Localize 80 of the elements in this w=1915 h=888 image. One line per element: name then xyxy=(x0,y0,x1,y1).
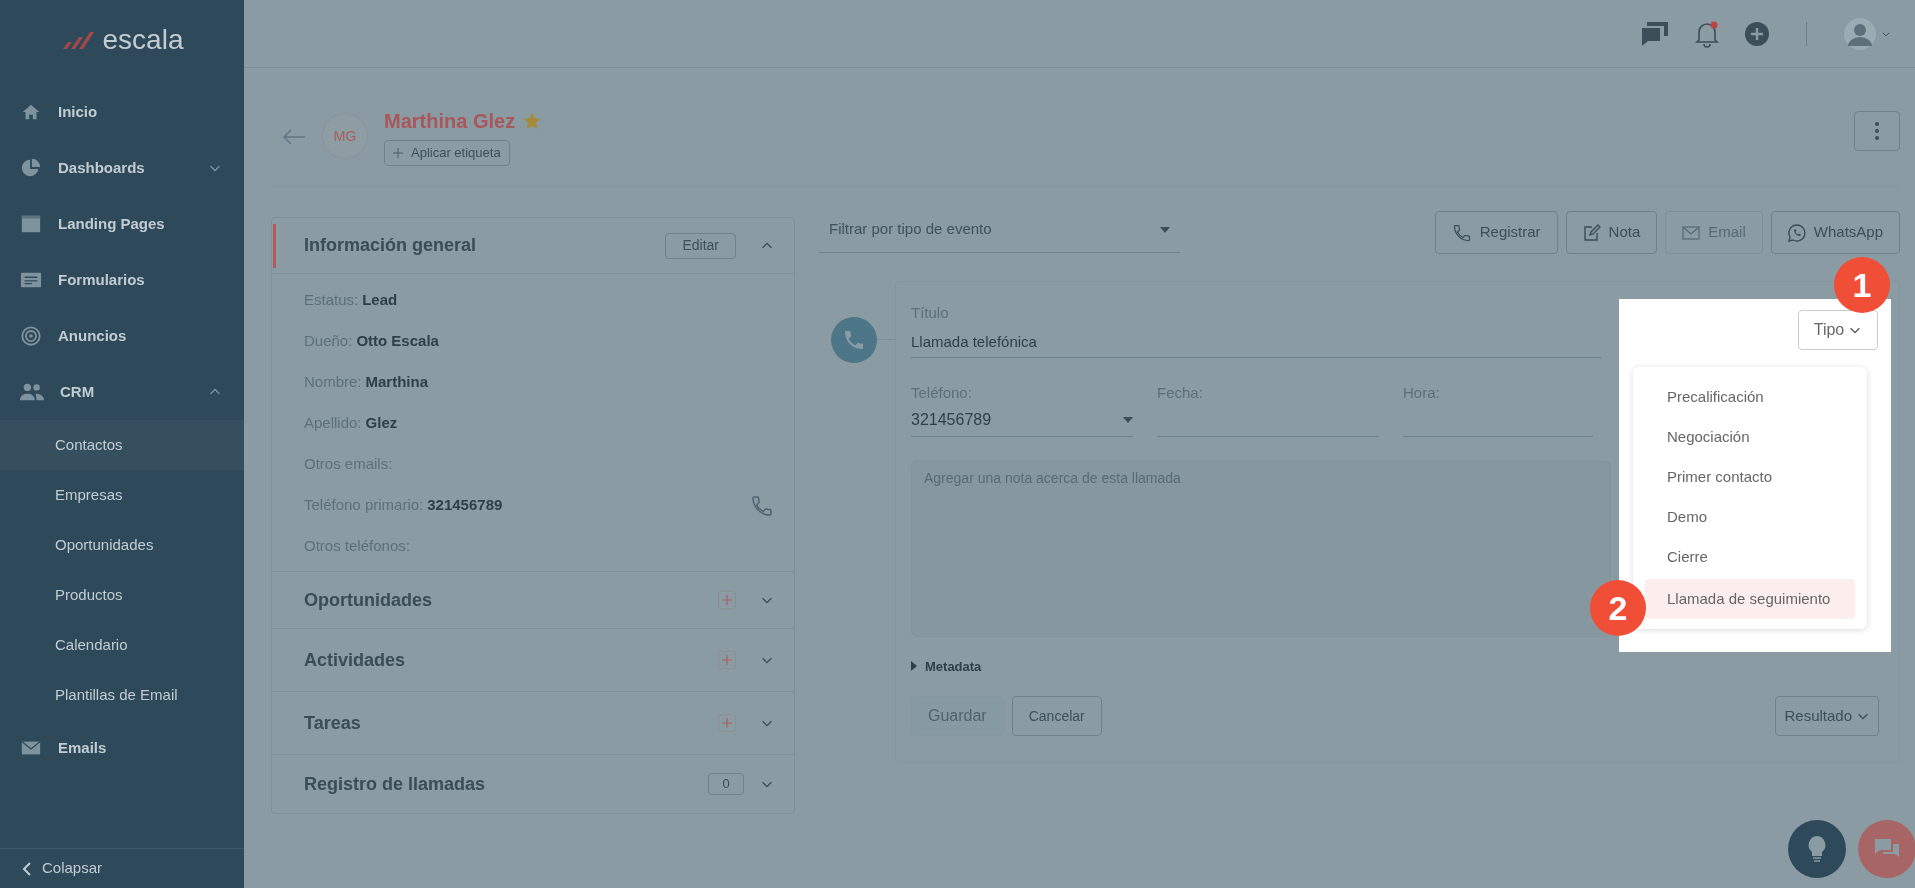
contact-name: Marthina Glez xyxy=(384,109,516,134)
sidebar-subitem[interactable]: Empresas xyxy=(0,470,244,520)
envelope-icon xyxy=(1682,225,1701,240)
apply-tag-button[interactable]: Aplicar etiqueta xyxy=(384,140,510,166)
add-button[interactable] xyxy=(718,591,736,609)
field-value: Otto Escala xyxy=(356,331,439,352)
result-button[interactable]: Resultado xyxy=(1775,696,1879,736)
caret-down-icon xyxy=(1160,226,1170,233)
chat-icon xyxy=(1640,19,1670,48)
caret-down-icon xyxy=(1123,417,1133,423)
edit-note-icon xyxy=(1582,223,1601,242)
logo-mark-icon xyxy=(60,29,95,51)
tips-button[interactable] xyxy=(1788,820,1846,878)
sidebar-item[interactable]: Dashboards xyxy=(0,140,244,196)
sidebar-item[interactable]: Emails xyxy=(0,720,244,776)
sidebar-item[interactable]: Inicio xyxy=(0,84,244,140)
sidebar-item[interactable]: Anuncios xyxy=(0,308,244,364)
menu-item[interactable]: Demo xyxy=(1645,497,1855,537)
people-icon xyxy=(20,381,44,403)
step-number-badge: 1 xyxy=(1834,257,1890,313)
field-value: Marthina xyxy=(365,372,429,393)
sidebar-item[interactable]: Landing Pages xyxy=(0,196,244,252)
sidebar-subitem[interactable]: Contactos xyxy=(0,420,244,470)
add-button[interactable] xyxy=(718,714,736,732)
arrow-left-icon xyxy=(282,127,306,146)
action-button[interactable]: Registrar xyxy=(1434,211,1558,254)
pie-chart-icon xyxy=(20,157,42,179)
collapse-button[interactable]: Colapsar xyxy=(0,848,244,888)
action-button[interactable]: Nota xyxy=(1565,211,1658,254)
section-title: Oportunidades xyxy=(304,588,433,612)
edit-button[interactable]: Editar xyxy=(665,232,736,259)
menu-item[interactable]: Precalificación xyxy=(1645,377,1855,417)
active-indicator xyxy=(273,224,276,268)
sidebar-subitem[interactable]: Calendario xyxy=(0,620,244,670)
menu-item[interactable]: Negociación xyxy=(1645,417,1855,457)
bell-icon xyxy=(1694,19,1720,48)
lightbulb-icon xyxy=(1806,835,1828,863)
caret-right-icon xyxy=(911,661,917,672)
kebab-icon xyxy=(1875,122,1879,140)
target-icon xyxy=(20,325,42,347)
metadata-toggle[interactable]: Metadata xyxy=(911,656,1879,676)
field-value: Glez xyxy=(365,413,398,434)
avatar-initials: MG xyxy=(322,113,368,159)
chat-bubble-phone-icon xyxy=(1787,223,1806,242)
user-menu[interactable] xyxy=(1843,16,1891,51)
plus-circle-icon xyxy=(1744,20,1770,47)
plus-icon xyxy=(393,148,403,158)
action-button[interactable]: WhatsApp xyxy=(1770,211,1900,254)
type-dropdown-button[interactable]: Tipo xyxy=(1798,310,1878,350)
plus-icon xyxy=(722,718,732,728)
cancel-button[interactable]: Cancelar xyxy=(1011,696,1102,736)
sidebar-item[interactable]: CRM xyxy=(0,364,244,420)
avatar-icon xyxy=(1843,16,1877,51)
menu-item[interactable]: Llamada de seguimiento xyxy=(1645,579,1855,619)
sidebar-subitem[interactable]: Productos xyxy=(0,570,244,620)
chevron-left-icon xyxy=(20,860,34,877)
section-title: Registro de llamadas xyxy=(304,772,487,796)
phone-badge-icon xyxy=(831,317,877,363)
section-title: Información general xyxy=(304,234,478,257)
field-value: Lead xyxy=(362,290,398,311)
field-value: 321456789 xyxy=(427,495,503,516)
add-button[interactable] xyxy=(718,651,736,669)
menu-item[interactable]: Cierre xyxy=(1645,537,1855,577)
sidebar-subitem[interactable]: Oportunidades xyxy=(0,520,244,570)
phone-icon xyxy=(1451,222,1472,243)
sidebar-subitem[interactable]: Plantillas de Email xyxy=(0,670,244,720)
title-input[interactable]: Llamada telefónica xyxy=(911,330,1601,358)
sidebar-item[interactable]: Formularios xyxy=(0,252,244,308)
call-button[interactable] xyxy=(750,493,774,518)
count-badge: 0 xyxy=(708,773,744,795)
logo-text: escala xyxy=(102,23,184,57)
section-title: Actividades xyxy=(304,648,407,672)
browser-window-icon xyxy=(20,213,42,235)
phone-icon xyxy=(750,493,774,518)
phone-select[interactable]: 321456789 xyxy=(911,404,1133,437)
plus-icon xyxy=(722,655,732,665)
menu-item[interactable]: Primer contacto xyxy=(1645,457,1855,497)
more-options-button[interactable] xyxy=(1854,111,1900,151)
plus-icon xyxy=(722,595,732,605)
section-title: Tareas xyxy=(304,711,362,735)
